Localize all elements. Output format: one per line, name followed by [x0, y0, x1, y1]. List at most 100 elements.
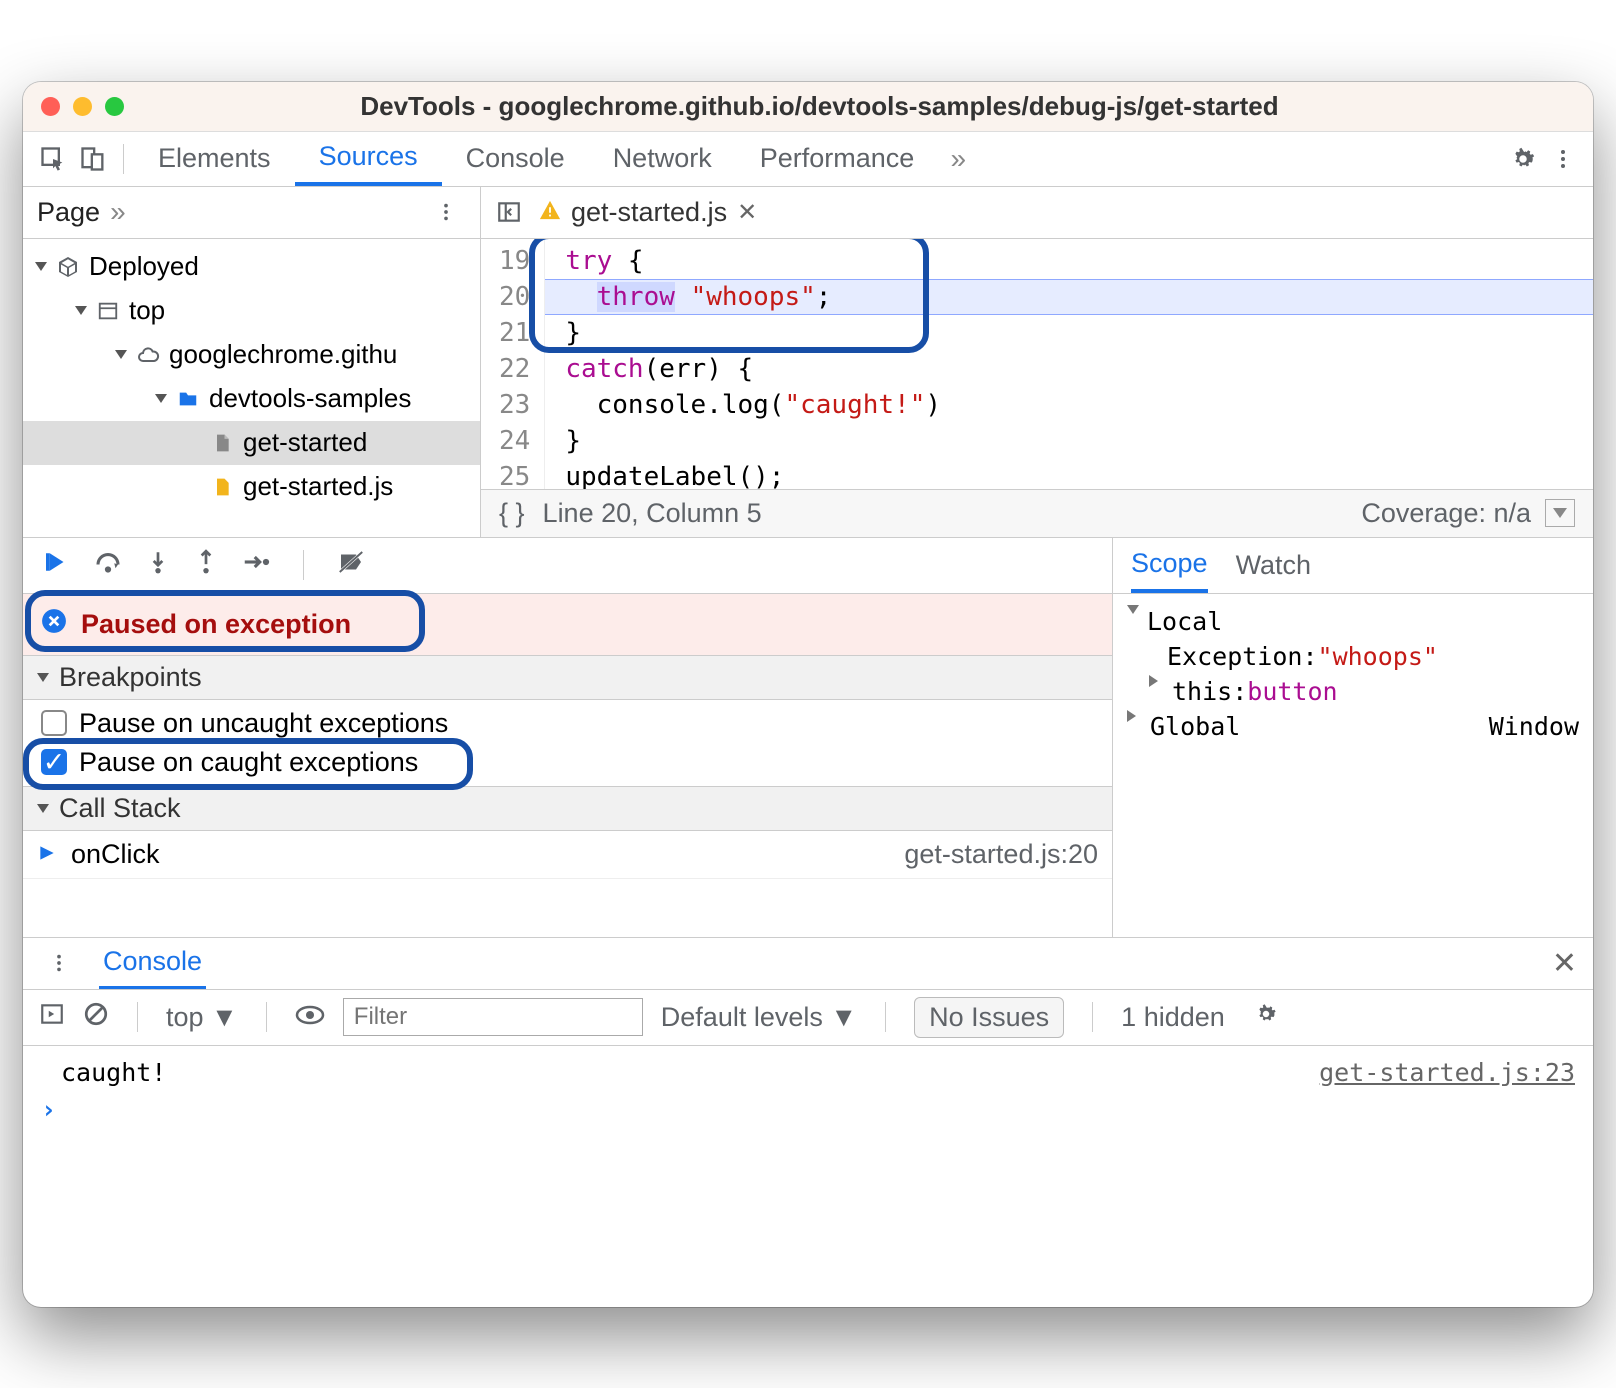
- scope-local[interactable]: Local: [1127, 604, 1579, 639]
- hidden-count: 1 hidden: [1121, 1002, 1225, 1033]
- tab-performance[interactable]: Performance: [736, 132, 939, 186]
- console-settings-gear-icon[interactable]: [1253, 1001, 1279, 1034]
- tab-watch[interactable]: Watch: [1236, 550, 1312, 581]
- navigator-head: Page: [23, 187, 480, 239]
- tree-label: Deployed: [89, 251, 199, 282]
- kebab-menu-icon[interactable]: [1543, 139, 1583, 179]
- inspect-element-icon[interactable]: [33, 139, 73, 179]
- code-body: try { throw "whoops"; } catch(err) { con…: [545, 239, 1593, 489]
- cube-icon: [55, 254, 81, 280]
- scope-global[interactable]: GlobalWindow: [1127, 709, 1579, 744]
- tree-folder[interactable]: devtools-samples: [23, 377, 480, 421]
- cursor-position: Line 20, Column 5: [543, 498, 762, 529]
- document-icon: [209, 430, 235, 456]
- scope-exception: Exception: "whoops": [1127, 639, 1579, 674]
- file-tab[interactable]: get-started.js ✕: [529, 197, 767, 228]
- cloud-icon: [135, 342, 161, 368]
- console-body: caught! get-started.js:23 ›: [23, 1046, 1593, 1307]
- braces-icon[interactable]: { }: [499, 498, 525, 529]
- tab-sources[interactable]: Sources: [295, 132, 442, 186]
- coverage-toggle-icon[interactable]: [1545, 499, 1575, 527]
- toggle-navigator-icon[interactable]: [489, 192, 529, 232]
- issues-button[interactable]: No Issues: [914, 997, 1064, 1038]
- scope-pane: Scope Watch Local Exception: "whoops" th…: [1113, 538, 1593, 937]
- tree-domain[interactable]: googlechrome.githu: [23, 333, 480, 377]
- tree-root[interactable]: Deployed: [23, 245, 480, 289]
- step-out-icon[interactable]: [193, 547, 219, 584]
- current-frame-icon: [37, 839, 57, 870]
- resume-icon[interactable]: [41, 547, 71, 584]
- navigator-more-icon[interactable]: [110, 196, 126, 228]
- chevron-right-icon: ›: [41, 1095, 56, 1124]
- devtools-window: DevTools - googlechrome.github.io/devtoo…: [23, 82, 1593, 1307]
- checkbox-checked-icon: ✓: [41, 749, 67, 775]
- close-tab-icon[interactable]: ✕: [737, 198, 757, 227]
- tree-top[interactable]: top: [23, 289, 480, 333]
- pause-uncaught-checkbox[interactable]: Pause on uncaught exceptions: [37, 704, 1098, 743]
- navigator-page-label[interactable]: Page: [37, 197, 100, 228]
- step-icon[interactable]: [241, 547, 271, 584]
- stack-frame[interactable]: onClick get-started.js:20: [23, 831, 1112, 879]
- device-toggle-icon[interactable]: [73, 139, 113, 179]
- clear-console-icon[interactable]: [83, 1001, 109, 1034]
- console-drawer-label[interactable]: Console: [99, 938, 206, 989]
- code-area[interactable]: 19202122232425 try { throw "whoops"; } c…: [481, 239, 1593, 489]
- debugger-left: Paused on exception Breakpoints Pause on…: [23, 538, 1113, 937]
- pause-caught-checkbox[interactable]: ✓ Pause on caught exceptions: [37, 743, 1098, 782]
- sources-split: Page Deployed top: [23, 187, 1593, 538]
- navigator-menu-icon[interactable]: [426, 192, 466, 232]
- settings-gear-icon[interactable]: [1503, 139, 1543, 179]
- scope-this[interactable]: this: button: [1127, 674, 1579, 709]
- maximize-window-button[interactable]: [105, 97, 124, 116]
- file-tree: Deployed top googlechrome.githu devtools…: [23, 239, 480, 537]
- titlebar: DevTools - googlechrome.github.io/devtoo…: [23, 82, 1593, 132]
- more-tabs-icon[interactable]: [938, 139, 978, 179]
- window-icon: [95, 298, 121, 324]
- error-icon: [41, 608, 67, 641]
- step-over-icon[interactable]: [93, 547, 123, 584]
- tab-scope[interactable]: Scope: [1131, 538, 1208, 593]
- minimize-window-button[interactable]: [73, 97, 92, 116]
- context-selector[interactable]: top ▼: [166, 1002, 238, 1033]
- console-toolbar: top ▼ Default levels ▼ No Issues 1 hidde…: [23, 990, 1593, 1046]
- navigator-sidebar: Page Deployed top: [23, 187, 481, 537]
- tab-network[interactable]: Network: [589, 132, 736, 186]
- pause-text: Paused on exception: [81, 609, 351, 640]
- js-file-icon: [209, 474, 235, 500]
- live-expression-icon[interactable]: [295, 1002, 325, 1033]
- scope-body: Local Exception: "whoops" this: button G…: [1113, 594, 1593, 754]
- editor-statusbar: { } Line 20, Column 5 Coverage: n/a: [481, 489, 1593, 537]
- console-prompt[interactable]: ›: [41, 1091, 1575, 1128]
- close-window-button[interactable]: [41, 97, 60, 116]
- console-filter-input[interactable]: [343, 998, 643, 1036]
- message-source-link[interactable]: get-started.js:23: [1319, 1058, 1575, 1087]
- panel-tabs: Elements Sources Console Network Perform…: [23, 132, 1593, 187]
- debug-toolbar: [23, 538, 1112, 594]
- gutter: 19202122232425: [481, 239, 545, 489]
- tree-label: get-started: [243, 427, 367, 458]
- tree-label: get-started.js: [243, 471, 393, 502]
- deactivate-breakpoints-icon[interactable]: [336, 547, 366, 584]
- warning-icon: [539, 197, 561, 228]
- tree-label: googlechrome.githu: [169, 339, 397, 370]
- pause-message: Paused on exception: [23, 594, 1112, 655]
- callstack-header[interactable]: Call Stack: [23, 786, 1112, 831]
- editor-tabs: get-started.js ✕: [481, 187, 1593, 239]
- log-levels-selector[interactable]: Default levels ▼: [661, 1002, 857, 1033]
- file-tab-label: get-started.js: [571, 197, 727, 228]
- checkbox-unchecked-icon: [41, 710, 67, 736]
- console-message: caught! get-started.js:23: [41, 1054, 1575, 1091]
- tree-file-html[interactable]: get-started: [23, 421, 480, 465]
- console-sidebar-toggle-icon[interactable]: [39, 1001, 65, 1034]
- tab-elements[interactable]: Elements: [134, 132, 295, 186]
- scope-tabs: Scope Watch: [1113, 538, 1593, 594]
- drawer-menu-icon[interactable]: [39, 943, 79, 983]
- step-into-icon[interactable]: [145, 547, 171, 584]
- close-drawer-icon[interactable]: ✕: [1552, 946, 1577, 981]
- console-drawer: Console ✕ top ▼ Default levels ▼ No Issu…: [23, 938, 1593, 1307]
- tab-console[interactable]: Console: [442, 132, 589, 186]
- breakpoints-header[interactable]: Breakpoints: [23, 655, 1112, 700]
- console-drawer-head: Console ✕: [23, 938, 1593, 990]
- folder-icon: [175, 386, 201, 412]
- tree-file-js[interactable]: get-started.js: [23, 465, 480, 509]
